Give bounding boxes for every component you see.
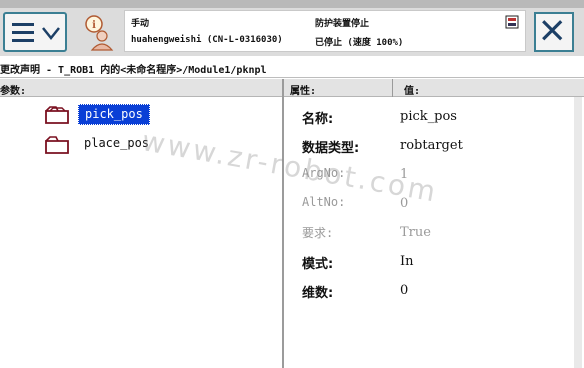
- status-panel[interactable]: 手动 huahengweishi (CN-L-0316030) 防护装置停止 已…: [124, 10, 526, 52]
- breadcrumb: 更改声明 - T_ROB1 内的<未命名程序>/Module1/pknpl: [0, 58, 584, 78]
- tree-item-place-pos[interactable]: place_pos: [44, 131, 244, 157]
- property-row-name[interactable]: 名称: pick_pos: [284, 103, 574, 129]
- quickset-icon[interactable]: [505, 15, 519, 29]
- property-row-dimension[interactable]: 维数: 0: [284, 277, 574, 303]
- svg-text:i: i: [92, 20, 96, 31]
- property-name: 名称:: [302, 112, 334, 127]
- value-column-header: 值:: [404, 86, 421, 97]
- property-name: 要求:: [302, 226, 334, 240]
- column-separator: [392, 79, 393, 97]
- property-value: In: [400, 254, 414, 269]
- property-name: ArgNo:: [302, 166, 346, 180]
- top-bar: i 手动 huahengweishi (CN-L-0316030) 防护装置停止…: [0, 0, 584, 56]
- property-value: pick_pos: [400, 109, 457, 124]
- property-name: 数据类型:: [302, 141, 360, 156]
- hamburger-menu-icon: [12, 23, 34, 43]
- property-row-mode[interactable]: 模式: In: [284, 248, 574, 274]
- property-value: 0: [400, 283, 409, 298]
- attribute-column-header: 属性:: [290, 86, 317, 97]
- property-row-altno: AltNo: 0: [284, 190, 574, 216]
- property-value: robtarget: [400, 138, 463, 153]
- user-info-icon[interactable]: i: [80, 12, 116, 52]
- chevron-down-icon: [42, 27, 60, 41]
- property-value: 1: [400, 167, 409, 182]
- controller-name: huahengweishi (CN-L-0316030): [131, 35, 283, 45]
- tree-item-label: place_pos: [84, 136, 150, 150]
- tree-item-label: pick_pos: [78, 104, 150, 125]
- close-icon: [542, 20, 563, 41]
- breadcrumb-text: 更改声明 - T_ROB1 内的<未命名程序>/Module1/pknpl: [0, 65, 267, 76]
- property-name: 模式:: [302, 257, 334, 272]
- property-name: 维数:: [302, 286, 334, 301]
- parameters-header: 参数:: [0, 79, 282, 97]
- property-row-argno: ArgNo: 1: [284, 161, 574, 187]
- run-speed: 已停止 (速度 100%): [315, 38, 404, 48]
- folder-icon: [45, 136, 69, 154]
- property-row-required: 要求: True: [284, 219, 574, 245]
- top-strip: [0, 0, 584, 8]
- property-value: 0: [400, 196, 409, 211]
- properties-header: 属性: 值:: [284, 79, 584, 97]
- parameters-header-label: 参数:: [0, 86, 27, 97]
- scrollbar[interactable]: [574, 97, 582, 368]
- folder-icon: [45, 106, 69, 124]
- main-menu-button[interactable]: [3, 12, 67, 52]
- property-row-datatype[interactable]: 数据类型: robtarget: [284, 132, 574, 158]
- tree-item-pick-pos[interactable]: pick_pos: [44, 101, 244, 127]
- safety-state: 防护装置停止: [315, 19, 370, 29]
- property-name: AltNo:: [302, 195, 346, 209]
- close-button[interactable]: [534, 12, 574, 52]
- operation-mode: 手动: [131, 19, 150, 29]
- property-value: True: [400, 225, 431, 240]
